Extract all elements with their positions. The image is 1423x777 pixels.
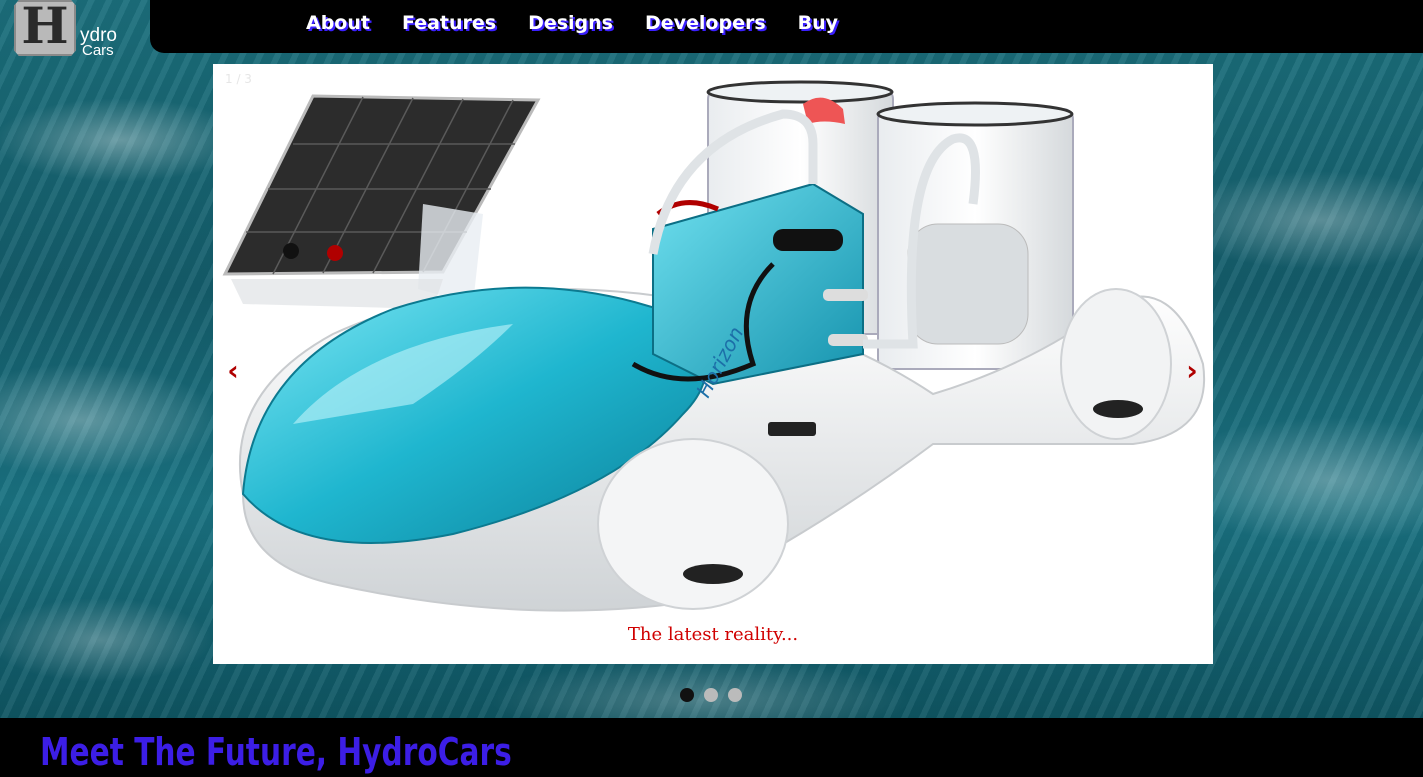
nav-buy[interactable]: Buy <box>798 12 838 34</box>
prev-slide-button[interactable]: ‹ <box>218 354 248 387</box>
nav-menu: About Features Designs Developers Buy <box>306 12 870 34</box>
slide-dot-1[interactable] <box>680 688 694 702</box>
slide-dot-2[interactable] <box>704 688 718 702</box>
hydrocars-logo[interactable]: H ydro Cars <box>14 0 134 60</box>
slide-dot-3[interactable] <box>728 688 742 702</box>
slide-counter: 1 / 3 <box>225 72 252 86</box>
page-headline: Meet The Future, HydroCars <box>40 730 512 774</box>
hydrogen-car-image: Horizon <box>222 80 1206 612</box>
slideshow-slide: Horizon 1 / 3 ‹ › The latest reality... <box>213 64 1213 664</box>
nav-features[interactable]: Features <box>402 12 496 34</box>
nav-developers[interactable]: Developers <box>645 12 766 34</box>
logo-letter: H <box>21 0 69 55</box>
nav-about[interactable]: About <box>306 12 370 34</box>
next-slide-button[interactable]: › <box>1177 354 1207 387</box>
solar-panel <box>222 94 541 309</box>
slide-caption: The latest reality... <box>627 624 799 645</box>
slide-indicators <box>680 688 742 702</box>
nav-designs[interactable]: Designs <box>528 12 613 34</box>
top-navbar: About Features Designs Developers Buy <box>150 0 1423 53</box>
logo-word-cars: Cars <box>82 42 114 59</box>
